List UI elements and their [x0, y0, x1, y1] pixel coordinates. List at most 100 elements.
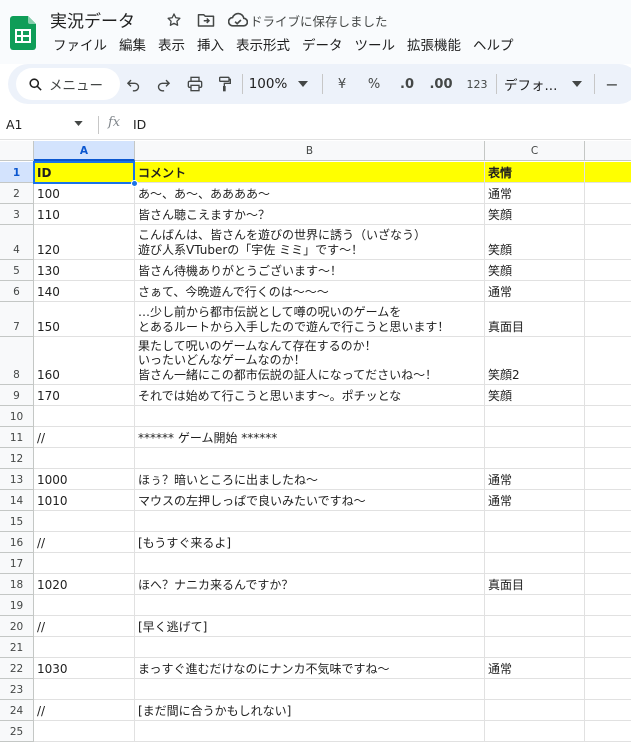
row-header[interactable]: 1 — [0, 162, 34, 183]
row-header[interactable]: 3 — [0, 204, 34, 225]
cell-c[interactable] — [485, 595, 585, 616]
cell-b[interactable]: …少し前から都市伝説として噂の呪いのゲームを とあるルートから入手したので遊んで… — [135, 302, 485, 337]
menu-extensions[interactable]: 拡張機能 — [402, 36, 466, 56]
cell-d[interactable] — [585, 679, 631, 700]
cell-b[interactable]: まっすぐ進むだけなのにナンカ不気味ですね～ — [135, 658, 485, 679]
dropdown-caret-icon[interactable] — [296, 72, 310, 96]
cell-a[interactable] — [34, 448, 135, 469]
row-header[interactable]: 14 — [0, 490, 34, 511]
row-header[interactable]: 18 — [0, 574, 34, 595]
cell-a[interactable]: // — [34, 616, 135, 637]
cell-a[interactable]: 1000 — [34, 469, 135, 490]
cell-d[interactable] — [585, 574, 631, 595]
cell-c[interactable]: 笑顔2 — [485, 337, 585, 385]
menu-file[interactable]: ファイル — [48, 36, 112, 56]
row-header[interactable]: 22 — [0, 658, 34, 679]
cell-c[interactable]: 通常 — [485, 281, 585, 302]
cell-b[interactable]: さぁて、今晩遊んで行くのは～～～ — [135, 281, 485, 302]
cell-c[interactable]: 通常 — [485, 658, 585, 679]
row-header[interactable]: 13 — [0, 469, 34, 490]
cell-a[interactable] — [34, 721, 135, 742]
cell-c[interactable] — [485, 616, 585, 637]
row-header[interactable]: 11 — [0, 427, 34, 448]
column-header-a[interactable]: A — [34, 141, 135, 161]
cell-c[interactable]: 表情 — [485, 162, 585, 183]
cell-d[interactable] — [585, 337, 631, 385]
cell-a[interactable]: // — [34, 532, 135, 553]
currency-format-button[interactable]: ¥ — [334, 72, 350, 96]
cell-a[interactable]: 1020 — [34, 574, 135, 595]
cell-a[interactable]: 1010 — [34, 490, 135, 511]
row-header[interactable]: 19 — [0, 595, 34, 616]
star-icon[interactable] — [158, 9, 190, 31]
cell-d[interactable] — [585, 721, 631, 742]
paint-format-icon[interactable] — [214, 72, 236, 96]
row-header[interactable]: 17 — [0, 553, 34, 574]
cell-a[interactable] — [34, 637, 135, 658]
cell-a[interactable]: 110 — [34, 204, 135, 225]
row-header[interactable]: 5 — [0, 260, 34, 281]
cell-c[interactable] — [485, 511, 585, 532]
cell-a[interactable] — [34, 595, 135, 616]
row-header[interactable]: 9 — [0, 385, 34, 406]
cell-b[interactable]: こんばんは、皆さんを遊びの世界に誘う（いざなう） 遊び人系VTuberの「宇佐 … — [135, 225, 485, 260]
cell-c[interactable]: 真面目 — [485, 574, 585, 595]
cell-b[interactable] — [135, 679, 485, 700]
cell-b[interactable]: 皆さん聴こえますか～？ — [135, 204, 485, 225]
cell-b[interactable] — [135, 721, 485, 742]
cell-c[interactable] — [485, 721, 585, 742]
menu-search-box[interactable]: メニュー — [16, 68, 120, 100]
cell-a[interactable]: 150 — [34, 302, 135, 337]
menu-tools[interactable]: ツール — [350, 36, 401, 56]
column-header-b[interactable]: B — [135, 141, 485, 161]
cell-b[interactable]: ほへ？ナニカ来るんですか？ — [135, 574, 485, 595]
cell-d[interactable] — [585, 553, 631, 574]
cell-b[interactable]: それでは始めて行こうと思います～。ポチッとな — [135, 385, 485, 406]
cell-d[interactable] — [585, 225, 631, 260]
cell-d[interactable] — [585, 281, 631, 302]
cell-a[interactable] — [34, 511, 135, 532]
row-header[interactable]: 2 — [0, 183, 34, 204]
percent-format-button[interactable]: % — [364, 72, 384, 96]
row-header[interactable]: 15 — [0, 511, 34, 532]
cell-a[interactable] — [34, 679, 135, 700]
cell-a[interactable] — [34, 406, 135, 427]
number-format-button[interactable]: 123 — [464, 72, 490, 96]
move-folder-icon[interactable] — [190, 9, 222, 31]
cell-d[interactable] — [585, 469, 631, 490]
column-header-d[interactable] — [585, 141, 631, 161]
cell-c[interactable]: 笑顔 — [485, 260, 585, 281]
cell-a[interactable]: 120 — [34, 225, 135, 260]
cell-d[interactable] — [585, 385, 631, 406]
cell-a[interactable]: 1030 — [34, 658, 135, 679]
row-header[interactable]: 8 — [0, 337, 34, 385]
fill-handle[interactable] — [131, 180, 138, 187]
cell-a[interactable]: 100 — [34, 183, 135, 204]
menu-edit[interactable]: 編集 — [114, 36, 151, 56]
spreadsheet-grid[interactable]: A B C 1 ID コメント 表情 2 100 あ～、あ～、ああああ～ 通常 3 110 皆さん聴こえま… — [0, 141, 631, 744]
cell-d[interactable] — [585, 260, 631, 281]
row-header[interactable]: 16 — [0, 532, 34, 553]
cell-a[interactable] — [34, 553, 135, 574]
cell-c[interactable]: 笑顔 — [485, 225, 585, 260]
row-header[interactable]: 25 — [0, 721, 34, 742]
cell-a[interactable]: // — [34, 427, 135, 448]
cell-d[interactable] — [585, 204, 631, 225]
cell-a[interactable]: // — [34, 700, 135, 721]
cell-c[interactable]: 通常 — [485, 183, 585, 204]
name-box[interactable]: A1 — [6, 117, 23, 132]
cell-b[interactable] — [135, 637, 485, 658]
cell-c[interactable]: 真面目 — [485, 302, 585, 337]
cell-d[interactable] — [585, 658, 631, 679]
menu-help[interactable]: ヘルプ — [468, 36, 519, 56]
cell-c[interactable] — [485, 700, 585, 721]
cell-c[interactable] — [485, 553, 585, 574]
menu-data[interactable]: データ — [297, 36, 348, 56]
formula-input[interactable]: ID — [133, 117, 146, 132]
cell-c[interactable] — [485, 406, 585, 427]
cell-c[interactable]: 通常 — [485, 469, 585, 490]
row-header[interactable]: 24 — [0, 700, 34, 721]
cell-a[interactable]: 160 — [34, 337, 135, 385]
cell-b[interactable]: [早く逃げて] — [135, 616, 485, 637]
row-header[interactable]: 23 — [0, 679, 34, 700]
